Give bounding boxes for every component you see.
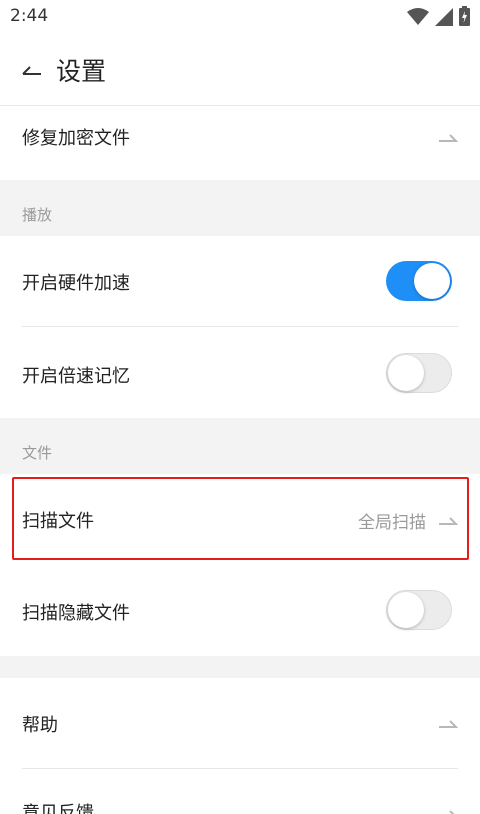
help-label: 帮助 <box>22 715 58 736</box>
highlight-box <box>12 477 469 560</box>
scan-hidden-row: 扫描隐藏文件 <box>0 564 480 656</box>
section-playback: 播放 <box>0 180 480 236</box>
feedback-row[interactable]: 意见反馈 <box>0 769 480 814</box>
chevron-right-icon <box>449 810 455 814</box>
toggle-knob <box>414 263 450 299</box>
signal-icon <box>435 8 453 26</box>
hw-accel-label: 开启硬件加速 <box>22 273 130 294</box>
scan-hidden-toggle[interactable] <box>386 590 452 630</box>
status-icons <box>407 6 470 26</box>
hw-accel-toggle[interactable] <box>386 261 452 301</box>
help-row[interactable]: 帮助 <box>0 678 480 769</box>
hw-accel-row: 开启硬件加速 <box>0 236 480 327</box>
speed-memory-row: 开启倍速记忆 <box>0 327 480 418</box>
speed-memory-label: 开启倍速记忆 <box>22 366 130 387</box>
status-time: 2:44 <box>10 6 49 26</box>
section-file: 文件 <box>0 418 480 474</box>
section-gap <box>0 656 480 678</box>
scan-hidden-label: 扫描隐藏文件 <box>22 603 130 624</box>
page-title: 设置 <box>56 57 107 86</box>
toggle-knob <box>388 592 424 628</box>
status-bar: 2:44 <box>0 0 480 34</box>
repair-encrypted-row[interactable]: 修复加密文件 <box>0 107 480 180</box>
feedback-label: 意见反馈 <box>22 803 94 814</box>
speed-memory-toggle[interactable] <box>386 353 452 393</box>
section-file-title: 文件 <box>22 444 53 462</box>
section-playback-title: 播放 <box>22 206 53 224</box>
wifi-icon <box>407 8 429 25</box>
toggle-knob <box>388 355 424 391</box>
app-bar: 设置 <box>0 34 480 106</box>
repair-encrypted-label: 修复加密文件 <box>22 128 130 149</box>
back-arrow-icon <box>22 66 41 75</box>
chevron-right-icon <box>439 134 458 142</box>
battery-charging-icon <box>459 6 470 26</box>
chevron-right-icon <box>439 720 458 728</box>
back-button[interactable] <box>18 56 46 84</box>
